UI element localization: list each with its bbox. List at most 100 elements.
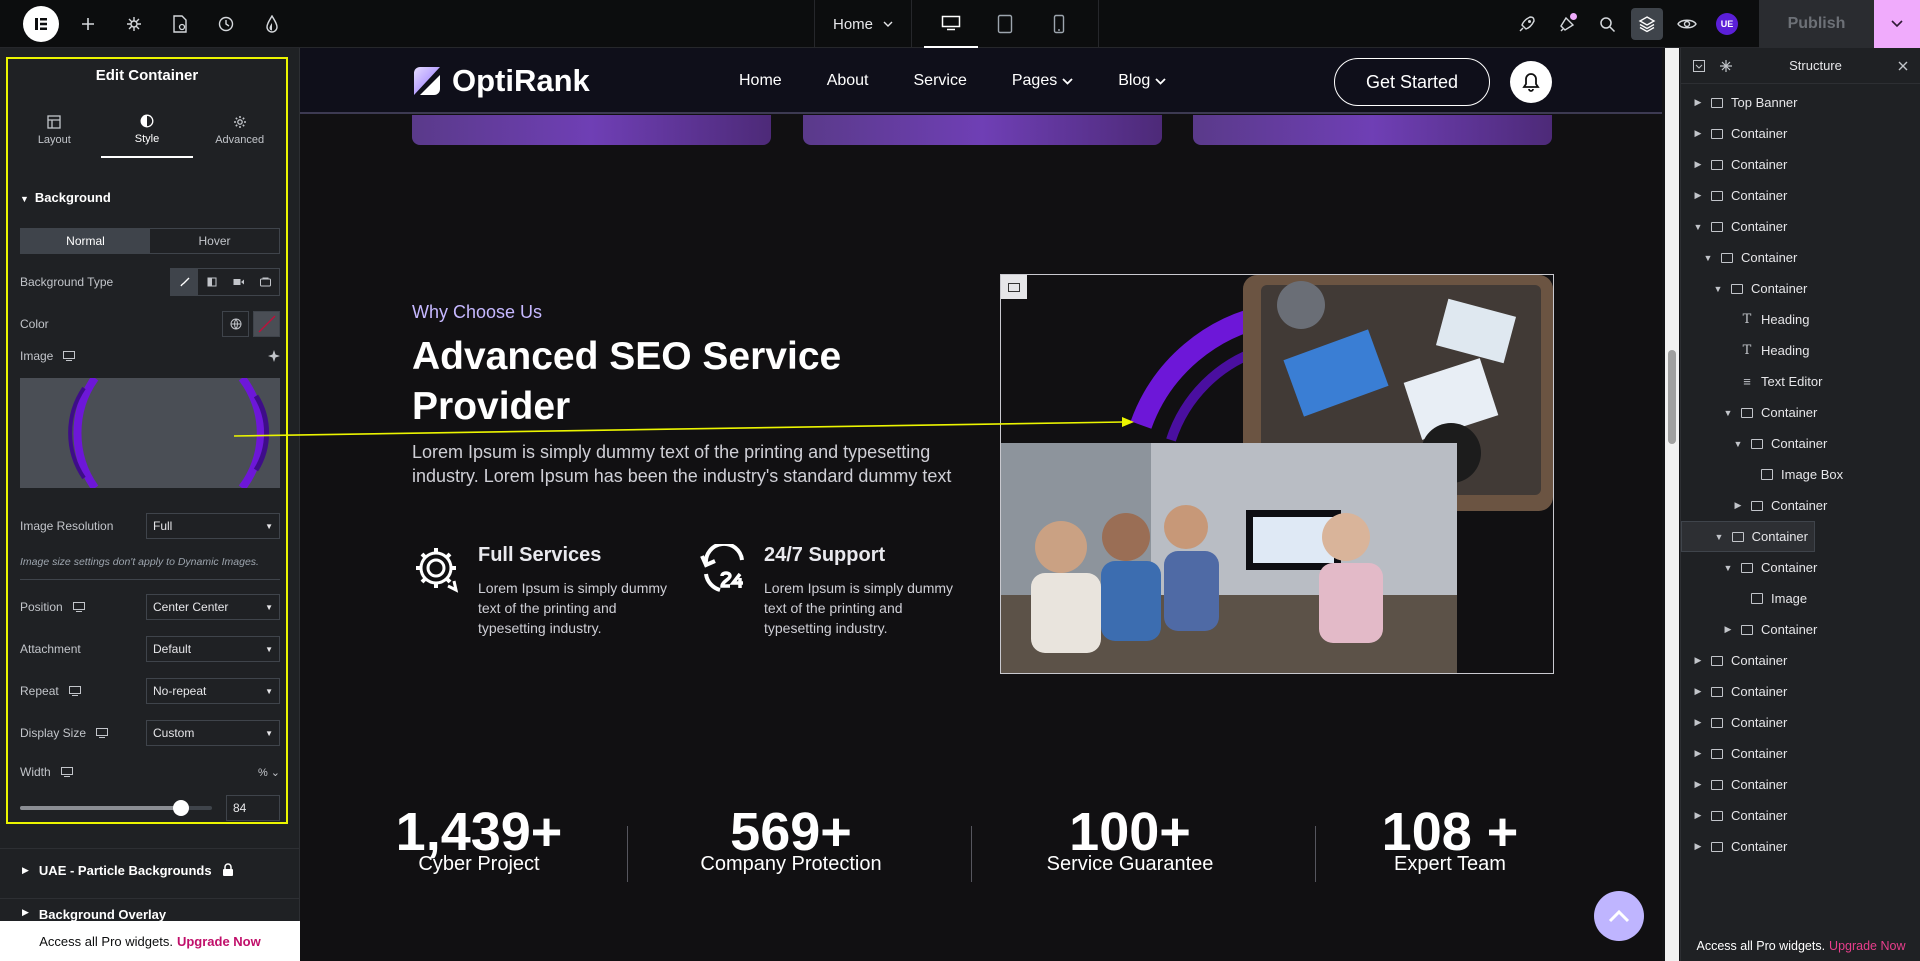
attachment-select[interactable]: Default ▼ <box>146 636 280 662</box>
nav-pages[interactable]: Pages <box>1012 72 1073 90</box>
gradient-icon[interactable] <box>198 269 225 295</box>
caret-right-icon[interactable]: ▶ <box>1693 655 1703 666</box>
structure-node[interactable]: ▶ Top Banner <box>1681 87 1920 118</box>
theme-style-icon[interactable] <box>255 7 289 41</box>
caret-down-icon[interactable]: ▼ <box>1713 284 1723 294</box>
image-resolution-select[interactable]: Full ▼ <box>146 513 280 539</box>
tab-advanced[interactable]: Advanced <box>193 102 286 158</box>
structure-node[interactable]: ▶ Container <box>1681 645 1920 676</box>
background-section-header[interactable]: ▼ Background <box>20 190 111 205</box>
structure-node[interactable]: ▶ Container <box>1681 118 1920 149</box>
width-slider-handle[interactable] <box>173 800 190 816</box>
nav-service[interactable]: Service <box>914 72 967 90</box>
structure-node[interactable]: T Heading <box>1681 304 1920 335</box>
structure-node[interactable]: ▼ Container <box>1681 211 1920 242</box>
scrollbar-thumb[interactable] <box>1668 350 1676 444</box>
structure-node[interactable]: ▼ Container <box>1681 397 1920 428</box>
position-select[interactable]: Center Center ▼ <box>146 594 280 620</box>
structure-node[interactable]: ▼ Container <box>1681 552 1920 583</box>
rocket-icon[interactable] <box>1511 8 1543 40</box>
scroll-to-top-button[interactable] <box>1594 891 1644 941</box>
structure-layers-icon[interactable] <box>1631 8 1663 40</box>
width-number-input[interactable]: 84 <box>226 795 280 821</box>
tab-style[interactable]: Style <box>100 102 194 158</box>
structure-node[interactable]: Image Box <box>1681 459 1920 490</box>
caret-right-icon[interactable]: ▶ <box>1693 748 1703 759</box>
structure-node[interactable]: ▶ Container <box>1681 738 1920 769</box>
responsive-desktop-icon[interactable] <box>60 767 73 777</box>
caret-right-icon[interactable]: ▶ <box>1693 686 1703 697</box>
user-avatar[interactable]: UE <box>1711 8 1743 40</box>
caret-down-icon[interactable]: ▼ <box>1723 408 1733 418</box>
search-icon[interactable] <box>1591 8 1623 40</box>
responsive-desktop-icon[interactable] <box>72 602 85 612</box>
display-size-select[interactable]: Custom ▼ <box>146 720 280 746</box>
image-collage-container[interactable] <box>1000 274 1554 674</box>
caret-right-icon[interactable]: ▶ <box>1693 128 1703 139</box>
particle-backgrounds-section[interactable]: ▶ UAE - Particle Backgrounds <box>0 848 300 891</box>
responsive-desktop-icon[interactable] <box>96 728 109 738</box>
history-icon[interactable] <box>209 7 243 41</box>
nav-home[interactable]: Home <box>739 72 782 90</box>
mobile-device-icon[interactable] <box>1032 0 1086 48</box>
site-logo[interactable]: OptiRank <box>412 63 590 99</box>
elementor-logo-icon[interactable] <box>23 5 59 42</box>
structure-node[interactable]: ▶ Container <box>1681 707 1920 738</box>
responsive-desktop-icon[interactable] <box>68 686 81 696</box>
repeat-select[interactable]: No-repeat ▼ <box>146 678 280 704</box>
canvas-scrollbar[interactable] <box>1665 48 1679 961</box>
structure-upgrade-link[interactable]: Upgrade Now <box>1829 939 1905 953</box>
width-unit-select[interactable]: % ⌄ <box>258 766 280 779</box>
hover-state-tab[interactable]: Hover <box>150 229 279 253</box>
structure-node[interactable]: ▶ Container <box>1681 490 1920 521</box>
preview-eye-icon[interactable] <box>1671 8 1703 40</box>
publish-button[interactable]: Publish <box>1759 0 1874 48</box>
caret-right-icon[interactable]: ▶ <box>1693 779 1703 790</box>
desktop-device-icon[interactable] <box>924 0 978 48</box>
tablet-device-icon[interactable] <box>978 0 1032 48</box>
add-element-icon[interactable] <box>71 7 105 41</box>
structure-node[interactable]: ▶ Container <box>1681 831 1920 862</box>
caret-down-icon[interactable]: ▼ <box>1693 222 1703 232</box>
structure-node[interactable]: ▼ Container <box>1681 273 1920 304</box>
background-image-preview[interactable] <box>20 378 280 488</box>
structure-node[interactable]: ▶ Container <box>1681 180 1920 211</box>
caret-down-icon[interactable]: ▼ <box>1703 253 1713 263</box>
caret-down-icon[interactable]: ▼ <box>1714 532 1724 542</box>
structure-node[interactable]: ▶ Container <box>1681 614 1920 645</box>
caret-right-icon[interactable]: ▶ <box>1723 624 1733 635</box>
global-colors-icon[interactable] <box>222 311 249 337</box>
color-swatch-empty[interactable] <box>253 311 280 337</box>
nav-blog[interactable]: Blog <box>1118 72 1166 90</box>
publish-options-button[interactable] <box>1874 0 1920 48</box>
structure-node[interactable]: ▼ Container <box>1681 521 1815 552</box>
notifications-icon[interactable] <box>1551 8 1583 40</box>
caret-right-icon[interactable]: ▶ <box>1693 810 1703 821</box>
structure-node[interactable]: Image <box>1681 583 1920 614</box>
structure-node[interactable]: ▶ Container <box>1681 149 1920 180</box>
nav-about[interactable]: About <box>827 72 869 90</box>
page-selector[interactable]: Home <box>814 0 912 48</box>
structure-node[interactable]: ▶ Container <box>1681 676 1920 707</box>
structure-node[interactable]: ▶ Container <box>1681 769 1920 800</box>
caret-right-icon[interactable]: ▶ <box>1733 500 1743 511</box>
caret-down-icon[interactable]: ▼ <box>1723 563 1733 573</box>
collapse-all-icon[interactable] <box>1693 59 1705 72</box>
structure-node[interactable]: ≡ Text Editor <box>1681 366 1920 397</box>
site-settings-icon[interactable] <box>117 7 151 41</box>
structure-node[interactable]: ▶ Container <box>1681 800 1920 831</box>
normal-state-tab[interactable]: Normal <box>21 229 150 253</box>
caret-down-icon[interactable]: ▼ <box>1733 439 1743 449</box>
structure-node[interactable]: T Heading <box>1681 335 1920 366</box>
responsive-desktop-icon[interactable] <box>63 351 76 361</box>
caret-right-icon[interactable]: ▶ <box>1693 97 1703 108</box>
upgrade-now-link[interactable]: Upgrade Now <box>177 934 261 949</box>
caret-right-icon[interactable]: ▶ <box>1693 841 1703 852</box>
get-started-button[interactable]: Get Started <box>1334 58 1490 106</box>
caret-right-icon[interactable]: ▶ <box>1693 717 1703 728</box>
classic-brush-icon[interactable] <box>171 269 198 295</box>
video-icon[interactable] <box>225 269 252 295</box>
ai-sparkle-icon[interactable] <box>268 350 280 362</box>
width-slider[interactable] <box>20 800 212 816</box>
bell-icon[interactable] <box>1510 61 1552 103</box>
